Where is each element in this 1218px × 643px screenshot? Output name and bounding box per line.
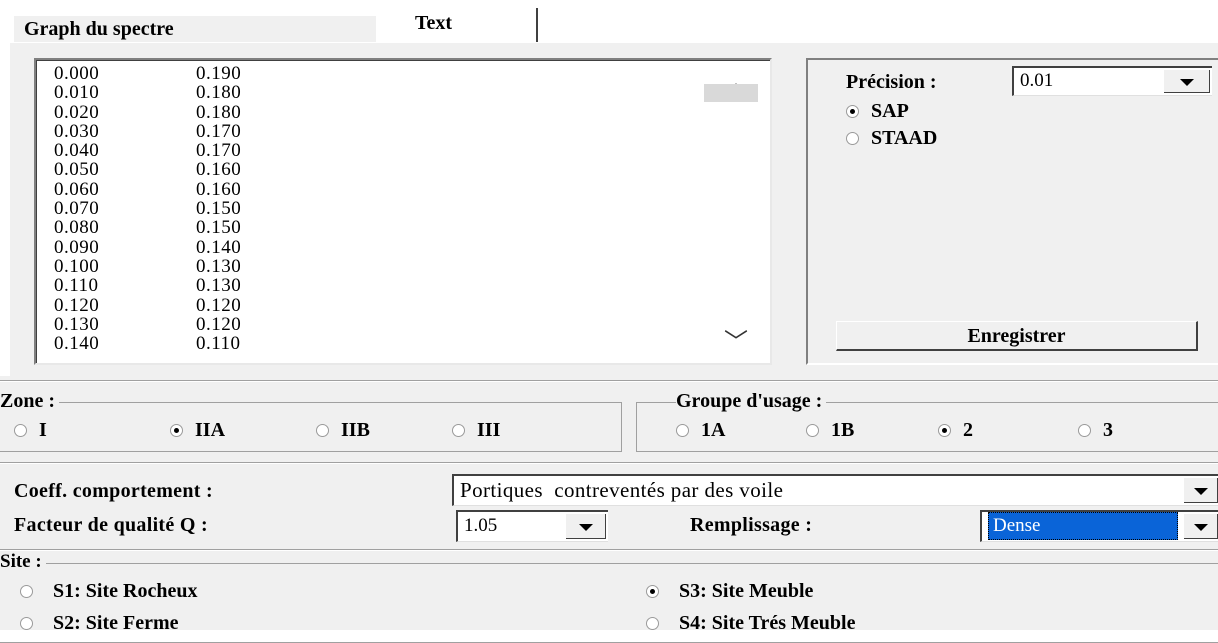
period-value: 0.020: [54, 101, 100, 123]
chevron-down-icon[interactable]: [1183, 514, 1218, 539]
radio-sap-dot: [846, 105, 859, 118]
tab-graph-label: Graph du spectre: [24, 18, 174, 40]
spectrum-value: 0.180: [196, 82, 242, 104]
spectrum-value: 0.150: [196, 198, 242, 220]
spectrum-value: 0.120: [196, 294, 242, 316]
precision-label: Précision :: [846, 71, 937, 93]
usage-options: 1A 1B 2 3: [676, 419, 1113, 441]
period-value: 0.050: [54, 159, 100, 181]
spectrum-value: 0.190: [196, 63, 242, 84]
site-radio-s1[interactable]: S1: Site Rocheux: [20, 580, 197, 602]
zone-radio-iia[interactable]: IIA: [170, 419, 316, 441]
spectrum-value: 0.160: [196, 178, 242, 200]
site-radio-s3[interactable]: S3: Site Meuble: [646, 580, 813, 602]
spectrum-value: 0.130: [196, 255, 242, 277]
usage-radio-1a[interactable]: 1A: [676, 419, 806, 441]
list-item[interactable]: 0.010 0.180: [54, 82, 242, 104]
spectrum-value: 0.170: [196, 120, 242, 142]
list-item[interactable]: 0.050 0.160: [54, 159, 242, 181]
radio-staad-dot: [846, 132, 859, 145]
quality-label: Facteur de qualité Q :: [14, 514, 208, 536]
tab-text[interactable]: Text: [384, 8, 538, 42]
fill-label: Remplissage :: [690, 514, 813, 536]
period-value: 0.000: [54, 63, 100, 84]
list-item[interactable]: 0.090 0.140: [54, 236, 242, 258]
radio-sap-label: SAP: [871, 100, 909, 122]
usage-radio-1b[interactable]: 1B: [806, 419, 938, 441]
usage-title: Groupe d'usage :: [676, 391, 827, 411]
precision-value: 0.01: [1020, 70, 1054, 91]
zone-radio-i[interactable]: I: [14, 419, 170, 441]
list-item[interactable]: 0.070 0.150: [54, 198, 242, 220]
zone-options: I IIA IIB III: [14, 419, 500, 441]
site-radio-s2[interactable]: S2: Site Ferme: [20, 612, 179, 634]
quality-select[interactable]: 1.05: [456, 510, 608, 542]
list-item[interactable]: 0.080 0.150: [54, 217, 242, 239]
period-value: 0.130: [54, 313, 100, 335]
tab-graph-spectre[interactable]: Graph du spectre: [14, 16, 376, 42]
precision-select[interactable]: 0.01: [1012, 66, 1212, 96]
spectrum-value: 0.170: [196, 140, 242, 162]
spectrum-value: 0.130: [196, 275, 242, 297]
list-item[interactable]: 0.120 0.120: [54, 294, 242, 316]
list-item[interactable]: 0.140 0.110: [54, 333, 241, 355]
period-value: 0.090: [54, 236, 100, 258]
coeff-value: Portiques contreventés par des voile: [460, 478, 784, 502]
site-radio-s4[interactable]: S4: Site Trés Meuble: [646, 612, 855, 634]
list-rows: 0.000 0.190 0.010 0.180 0.020 0.180 0.030 0.170…: [54, 63, 242, 355]
period-value: 0.120: [54, 294, 100, 316]
site-group: [0, 563, 1218, 643]
period-value: 0.060: [54, 178, 100, 200]
divider: [0, 462, 1218, 464]
period-value: 0.140: [54, 333, 100, 355]
quality-value: 1.05: [464, 515, 498, 536]
list-item[interactable]: 0.060 0.160: [54, 178, 242, 200]
coeff-label: Coeff. comportement :: [14, 480, 213, 502]
spectrum-value: 0.150: [196, 217, 242, 239]
chevron-down-icon[interactable]: [1183, 478, 1218, 503]
list-item[interactable]: 0.030 0.170: [54, 120, 242, 142]
chevron-down-icon[interactable]: [1163, 70, 1210, 93]
fill-select[interactable]: Dense: [980, 510, 1218, 542]
zone-radio-iii[interactable]: III: [452, 419, 500, 441]
divider: [0, 549, 1218, 551]
radio-sap[interactable]: SAP: [846, 100, 909, 123]
chevron-down-icon[interactable]: [565, 514, 606, 539]
period-value: 0.100: [54, 255, 100, 277]
list-item[interactable]: 0.040 0.170: [54, 140, 242, 162]
period-value: 0.110: [54, 275, 99, 297]
scroll-down-icon[interactable]: ﹀: [724, 322, 748, 357]
period-value: 0.030: [54, 120, 100, 142]
zone-radio-iib[interactable]: IIB: [316, 419, 452, 441]
list-item[interactable]: 0.020 0.180: [54, 101, 242, 123]
period-value: 0.080: [54, 217, 100, 239]
tab-text-label: Text: [415, 12, 453, 34]
radio-staad[interactable]: STAAD: [846, 127, 937, 150]
period-value: 0.070: [54, 198, 100, 220]
save-button[interactable]: Enregistrer: [836, 321, 1198, 351]
period-value: 0.010: [54, 82, 100, 104]
list-item[interactable]: 0.130 0.120: [54, 313, 242, 335]
period-value: 0.040: [54, 140, 100, 162]
coeff-select[interactable]: Portiques contreventés par des voile: [452, 474, 1218, 506]
usage-radio-3[interactable]: 3: [1078, 419, 1113, 441]
spectrum-value: 0.110: [196, 333, 241, 355]
site-title: Site :: [0, 552, 46, 572]
scrollbar-thumb[interactable]: [704, 84, 758, 102]
spectrum-value: 0.120: [196, 313, 242, 335]
fill-value: Dense: [988, 512, 1178, 540]
divider: [0, 380, 1218, 382]
list-item[interactable]: 0.000 0.190: [54, 63, 242, 84]
list-item[interactable]: 0.100 0.130: [54, 255, 242, 277]
usage-radio-2[interactable]: 2: [938, 419, 1078, 441]
radio-staad-label: STAAD: [871, 127, 938, 149]
list-item[interactable]: 0.110 0.130: [54, 275, 242, 297]
spectrum-value: 0.160: [196, 159, 242, 181]
spectrum-value: 0.180: [196, 101, 242, 123]
spectrum-value: 0.140: [196, 236, 242, 258]
zone-title: Zone :: [0, 391, 59, 411]
spectrum-text-list[interactable]: 0.000 0.190 0.010 0.180 0.020 0.180 0.030 0.170…: [34, 58, 772, 365]
